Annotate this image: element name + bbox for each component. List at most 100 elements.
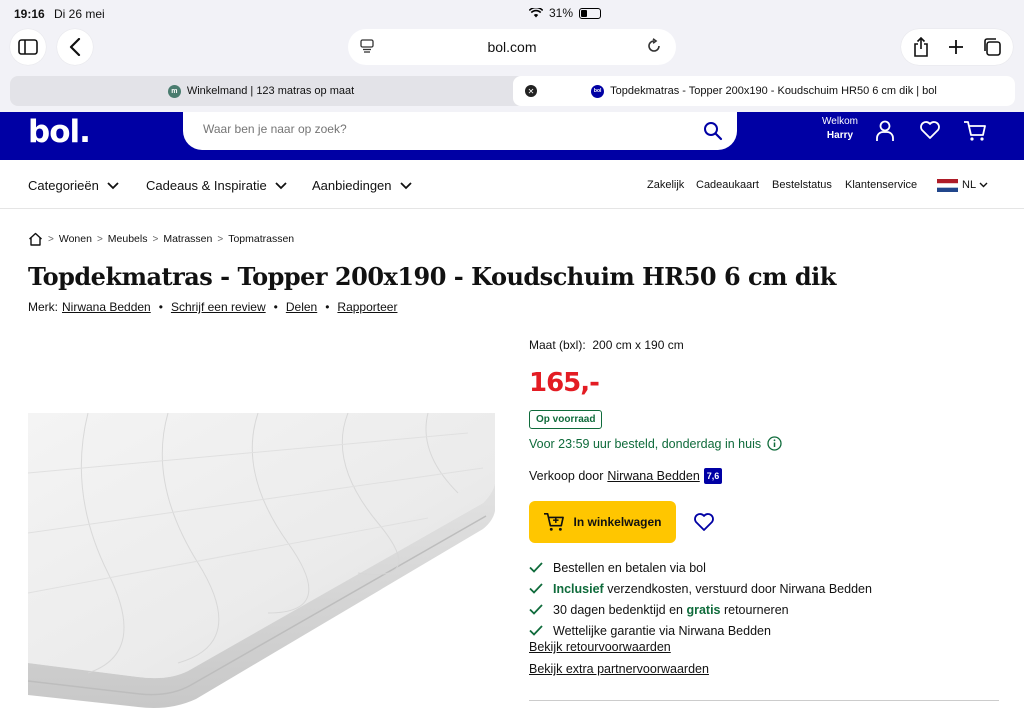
usp-item: Wettelijke garantie via Nirwana Bedden: [529, 620, 872, 641]
language-selector[interactable]: NL: [962, 179, 976, 191]
sidebar-button[interactable]: [10, 29, 46, 65]
seller-label: Verkoop door: [529, 469, 604, 483]
right-controls: [901, 29, 1013, 65]
brand-link[interactable]: Nirwana Bedden: [62, 300, 151, 314]
chevron-down-icon: [399, 181, 412, 189]
cart-button-label: In winkelwagen: [573, 515, 662, 529]
share-icon[interactable]: [912, 37, 930, 57]
account-icon[interactable]: [875, 120, 895, 142]
usp-text: Bestellen en betalen via bol: [553, 560, 706, 575]
sidebar-icon: [18, 39, 38, 55]
search-input[interactable]: [203, 122, 683, 136]
status-time: 19:16: [14, 7, 45, 21]
nav-business-link[interactable]: Zakelijk: [647, 179, 684, 191]
breadcrumb-item[interactable]: Wonen: [59, 233, 92, 245]
main-nav: Categorieën Cadeaus & Inspiratie Aanbied…: [0, 160, 1024, 209]
site-header: bol. Welkom Harry: [0, 112, 1024, 160]
wishlist-icon[interactable]: [919, 120, 941, 140]
new-tab-icon[interactable]: [948, 39, 964, 55]
breadcrumb-item[interactable]: Meubels: [108, 233, 148, 245]
tab-strip-bg: m Winkelmand | 123 matras op maat ✕ bol …: [10, 76, 1015, 106]
search-icon[interactable]: [703, 121, 723, 141]
seller-info: Verkoop door Nirwana Bedden 7,6: [529, 468, 723, 484]
size-label: Maat (bxl):: [529, 338, 586, 352]
cart-icon: [544, 513, 565, 531]
user-name: Harry: [826, 130, 854, 141]
usp-pre: 30 dagen bedenktijd en: [553, 602, 687, 617]
breadcrumb-separator: >: [96, 233, 103, 245]
reload-icon[interactable]: [646, 38, 662, 54]
product-meta: Merk: Nirwana Bedden • Schrijf een revie…: [28, 300, 397, 314]
nav-service-link[interactable]: Klantenservice: [845, 179, 917, 191]
checkmark-icon: [529, 625, 543, 636]
nav-offers[interactable]: Aanbiedingen: [312, 178, 412, 193]
status-right: 31%: [529, 6, 999, 20]
product-image[interactable]: [28, 413, 495, 711]
battery-percentage: 31%: [549, 6, 574, 20]
url-domain: bol.com: [487, 39, 537, 55]
report-link[interactable]: Rapporteer: [337, 300, 397, 314]
info-icon[interactable]: [767, 436, 782, 451]
address-bar[interactable]: bol.com: [348, 29, 676, 65]
checkmark-icon: [529, 562, 543, 573]
wifi-icon: [529, 8, 543, 18]
nav-label: Categorieën: [28, 178, 99, 193]
returns-conditions-link[interactable]: Bekijk retourvoorwaarden: [529, 640, 709, 662]
breadcrumb: > Wonen > Meubels > Matrassen > Topmatra…: [28, 232, 294, 246]
seller-link[interactable]: Nirwana Bedden: [607, 469, 699, 483]
breadcrumb-item[interactable]: Topmatrassen: [228, 233, 294, 245]
back-button[interactable]: [57, 29, 93, 65]
conditions-links: Bekijk retourvoorwaarden Bekijk extra pa…: [529, 640, 709, 684]
battery-icon: [579, 7, 602, 19]
breadcrumb-item[interactable]: Matrassen: [163, 233, 212, 245]
usp-text: Wettelijke garantie via Nirwana Bedden: [553, 623, 771, 638]
product-price: 165,-: [529, 368, 600, 398]
tab-bol-product[interactable]: ✕ bol Topdekmatras - Topper 200x190 - Ko…: [513, 76, 1015, 106]
usp-list: Bestellen en betalen via bol Inclusief v…: [529, 557, 872, 641]
partner-conditions-link[interactable]: Bekijk extra partnervoorwaarden: [529, 662, 709, 684]
write-review-link[interactable]: Schrijf een review: [171, 300, 266, 314]
usp-highlight: gratis: [686, 602, 721, 617]
tab-winkelmand[interactable]: m Winkelmand | 123 matras op maat: [10, 76, 512, 106]
back-chevron-icon: [69, 38, 81, 56]
divider: [529, 700, 999, 701]
cart-icon[interactable]: [963, 120, 987, 142]
chevron-down-icon: [979, 182, 988, 188]
status-bar: 19:16 Di 26 mei 31%: [0, 0, 1024, 28]
welcome-user[interactable]: Welkom Harry: [812, 115, 868, 143]
meta-separator: •: [158, 300, 163, 314]
stock-badge: Op voorraad: [529, 410, 603, 429]
meta-separator: •: [325, 300, 330, 314]
nav-categories[interactable]: Categorieën: [28, 178, 119, 193]
tab-title: Topdekmatras - Topper 200x190 - Koudschu…: [610, 85, 937, 97]
nav-giftcard-link[interactable]: Cadeaukaart: [696, 179, 759, 191]
delivery-info: Voor 23:59 uur besteld, donderdag in hui…: [529, 436, 782, 451]
home-icon[interactable]: [28, 232, 43, 246]
tab-favicon-matras: m: [167, 84, 181, 98]
usp-highlight: Inclusief: [553, 581, 604, 596]
usp-item: Inclusief verzendkosten, verstuurd door …: [529, 578, 872, 599]
nav-label: Aanbiedingen: [312, 178, 392, 193]
breadcrumb-separator: >: [48, 233, 54, 245]
checkmark-icon: [529, 604, 543, 615]
bol-logo[interactable]: bol.: [28, 114, 91, 150]
buy-box: Maat (bxl): 200 cm x 190 cm 165,- Op voo…: [529, 338, 999, 701]
add-to-wishlist-heart-icon[interactable]: [693, 512, 715, 532]
search-box: [183, 112, 737, 150]
mattress-topper-image: [28, 413, 495, 711]
usp-item: Bestellen en betalen via bol: [529, 557, 872, 578]
usp-text: verzendkosten, verstuurd door Nirwana Be…: [603, 581, 872, 596]
add-to-cart-button[interactable]: In winkelwagen: [529, 501, 676, 543]
nav-orderstatus-link[interactable]: Bestelstatus: [772, 179, 832, 191]
seller-score-badge: 7,6: [703, 468, 723, 484]
netherlands-flag-icon[interactable]: [937, 179, 958, 192]
tab-title: Winkelmand | 123 matras op maat: [186, 85, 355, 97]
size-row: Maat (bxl): 200 cm x 190 cm: [529, 338, 999, 352]
share-link[interactable]: Delen: [286, 300, 317, 314]
tabs-overview-icon[interactable]: [982, 37, 1002, 57]
nav-gifts[interactable]: Cadeaus & Inspiratie: [146, 178, 287, 193]
size-value: 200 cm x 190 cm: [592, 338, 684, 352]
close-tab-icon[interactable]: ✕: [525, 85, 537, 97]
browser-toolbar: bol.com: [0, 28, 1024, 72]
brand-label: Merk:: [28, 300, 58, 314]
